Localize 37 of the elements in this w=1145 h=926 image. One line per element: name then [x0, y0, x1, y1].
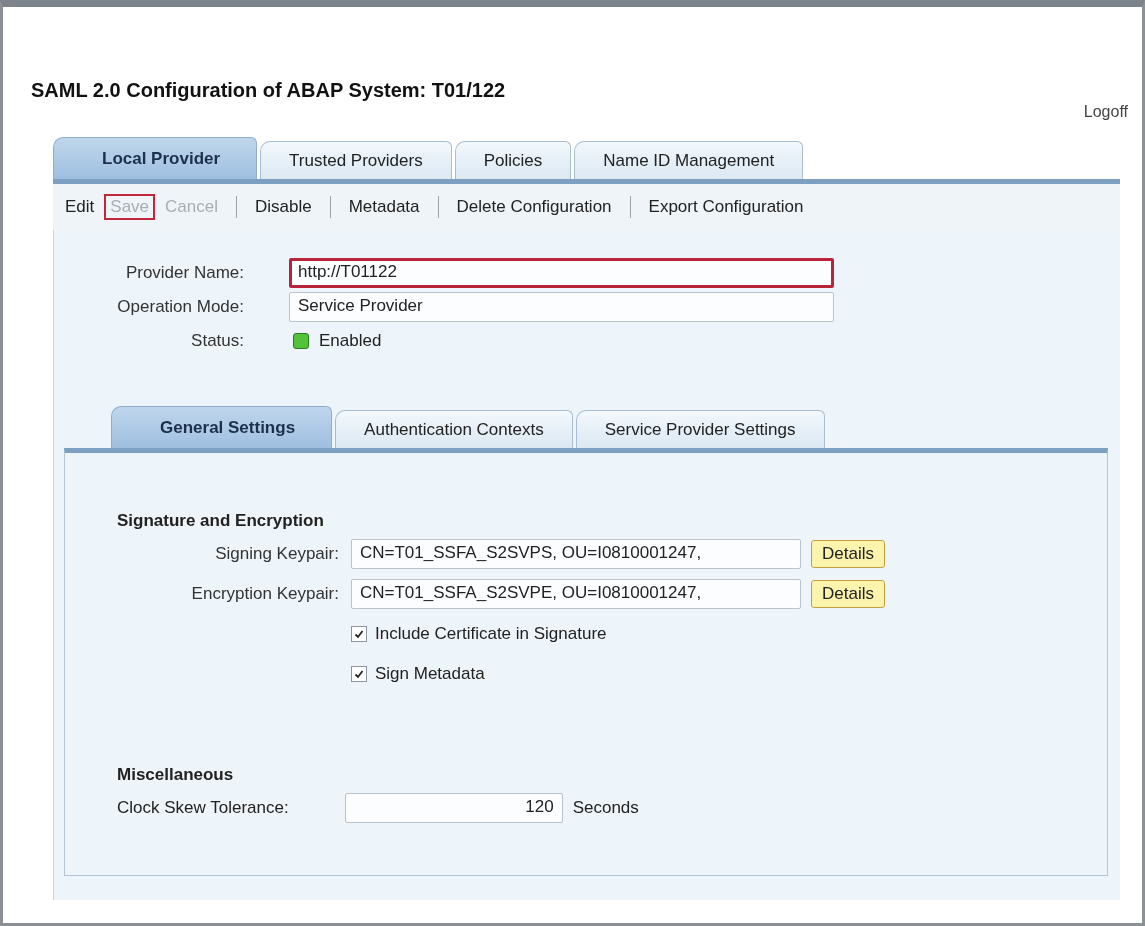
- page-title: SAML 2.0 Configuration of ABAP System: T01/122: [31, 79, 506, 102]
- text-field[interactable]: CN=T01_SSFA_S2SVPS, OU=I0810001247,: [351, 539, 801, 569]
- checkbox[interactable]: [351, 626, 367, 642]
- field-label: Provider Name:: [124, 263, 244, 283]
- text-field[interactable]: http://T01122: [289, 258, 834, 288]
- unit-label: Seconds: [572, 798, 639, 818]
- details-button[interactable]: Details: [811, 580, 885, 608]
- toolbar-button[interactable]: Export Configuration: [642, 194, 810, 220]
- toolbar-button[interactable]: Edit: [59, 194, 101, 220]
- field-label: Operation Mode:: [116, 297, 244, 317]
- check-icon: [353, 628, 365, 640]
- tab[interactable]: Name ID Management: [574, 141, 804, 179]
- tab[interactable]: Authentication Contexts: [335, 410, 573, 448]
- text-field[interactable]: Service Provider: [289, 292, 834, 322]
- text-field[interactable]: CN=T01_SSFA_S2SVPE, OU=I0810001247,: [351, 579, 801, 609]
- field-label: Clock Skew Tolerance:: [117, 798, 289, 818]
- logoff-link[interactable]: Logoff: [1083, 103, 1128, 121]
- number-field[interactable]: 120: [344, 793, 563, 823]
- checkbox-label: Include Certificate in Signature: [375, 624, 607, 644]
- tab[interactable]: Service Provider Settings: [575, 410, 825, 448]
- toolbar-button[interactable]: Delete Configuration: [450, 194, 618, 220]
- section-heading: Miscellaneous: [117, 765, 235, 785]
- tab[interactable]: Trusted Providers: [260, 141, 452, 179]
- check-icon: [353, 668, 365, 680]
- tab[interactable]: Policies: [454, 141, 572, 179]
- field-label: Status:: [190, 331, 244, 351]
- toolbar-button[interactable]: Disable: [248, 194, 318, 220]
- checkbox-label: Sign Metadata: [375, 664, 485, 684]
- status-text: Enabled: [319, 331, 382, 351]
- field-label: Encryption Keypair:: [190, 584, 339, 604]
- checkbox[interactable]: [351, 666, 367, 682]
- tab[interactable]: Local Provider: [53, 137, 258, 179]
- field-label: Signing Keypair:: [214, 544, 339, 564]
- section-heading: Signature and Encryption: [117, 511, 325, 531]
- toolbar-button[interactable]: Metadata: [342, 194, 426, 220]
- tab[interactable]: General Settings: [111, 406, 333, 448]
- details-button[interactable]: Details: [811, 540, 885, 568]
